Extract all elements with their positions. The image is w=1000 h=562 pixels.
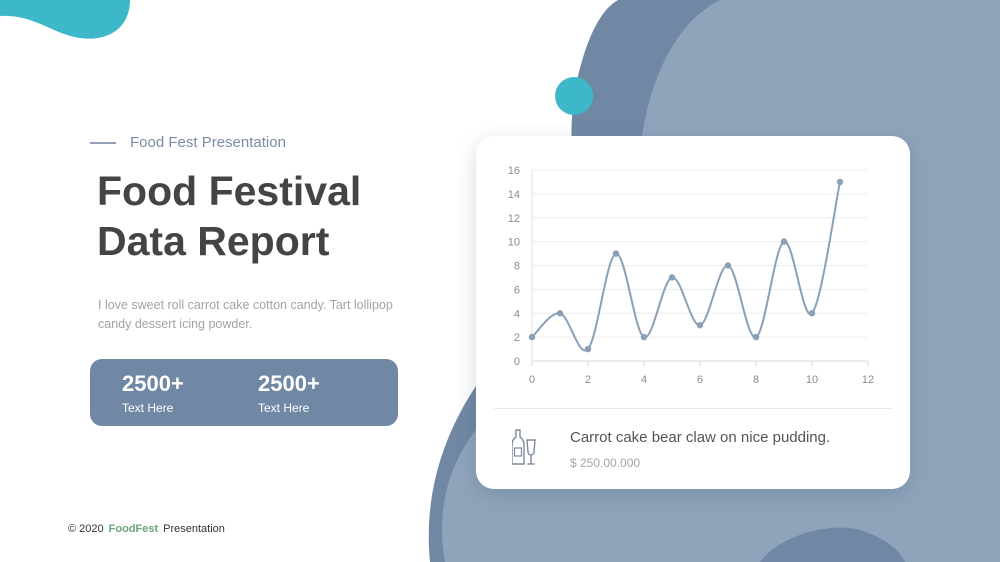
data-point-2 [584, 345, 592, 353]
data-point-6 [696, 321, 704, 329]
x-tick-label-4: 4 [641, 374, 647, 386]
y-tick-label-10: 10 [508, 237, 520, 249]
teal-dot [555, 77, 593, 115]
footer-brand: FoodFest [108, 523, 159, 535]
stat-2-value: 2500+ [258, 371, 320, 396]
stat-2-label: Text Here [258, 401, 310, 415]
tagline: Food Fest Presentation [90, 134, 286, 151]
x-tick-label-8: 8 [753, 374, 759, 386]
y-tick-label-14: 14 [508, 189, 520, 201]
footer: © 2020 FoodFest Presentation [68, 523, 225, 535]
x-tick-label-6: 6 [697, 374, 703, 386]
x-tick-label-2: 2 [585, 374, 591, 386]
stat-1-label: Text Here [122, 401, 174, 415]
y-tick-label-8: 8 [514, 261, 520, 273]
data-point-0 [528, 333, 536, 341]
y-tick-label-16: 16 [508, 165, 520, 177]
card-price: $ 250.00.000 [570, 456, 641, 470]
stat-1-value: 2500+ [122, 371, 184, 396]
data-point-4 [640, 333, 648, 341]
data-point-7 [724, 262, 732, 269]
page-title: Food Festival Data Report [97, 166, 457, 266]
card-divider [494, 408, 892, 409]
data-point-1 [556, 310, 564, 317]
data-point-10 [808, 310, 816, 317]
y-tick-label-4: 4 [514, 308, 520, 320]
data-point-11 [836, 178, 844, 186]
stat-2: 2500+ Text Here [258, 371, 320, 416]
card-title: Carrot cake bear claw on nice pudding. [570, 429, 831, 446]
data-point-3 [612, 250, 620, 257]
footer-suffix: Presentation [163, 523, 225, 535]
stat-1: 2500+ Text Here [122, 371, 184, 416]
series-line [531, 181, 841, 352]
stats-box: 2500+ Text Here 2500+ Text Here [90, 359, 398, 426]
bottle-glass-icon [512, 429, 536, 465]
footer-copyright: © 2020 [68, 523, 104, 535]
tagline-text: Food Fest Presentation [130, 134, 286, 151]
y-tick-label-2: 2 [514, 332, 520, 344]
x-tick-label-0: 0 [529, 374, 535, 386]
data-point-8 [752, 333, 760, 341]
x-tick-label-12: 12 [862, 374, 874, 386]
y-tick-label-0: 0 [514, 356, 520, 368]
description: I love sweet roll carrot cake cotton can… [98, 298, 393, 331]
chart-card: 0 2 4 6 8 10 12 14 16 0 2 4 6 8 10 12 Carrot cake bear … [476, 136, 910, 489]
tagline-line [90, 141, 116, 144]
line-chart: 0 2 4 6 8 10 12 14 16 0 2 4 6 8 10 12 [508, 165, 874, 386]
title-line-2: Data Report [97, 218, 330, 264]
teal-blob-top-left [0, 0, 130, 39]
data-point-5 [668, 274, 676, 281]
x-tick-label-10: 10 [806, 374, 818, 386]
card-text: Carrot cake bear claw on nice pudding. $… [570, 428, 830, 470]
title-line-1: Food Festival [97, 168, 362, 214]
y-tick-label-6: 6 [514, 284, 520, 296]
data-point-9 [780, 238, 788, 245]
y-tick-label-12: 12 [508, 213, 520, 225]
